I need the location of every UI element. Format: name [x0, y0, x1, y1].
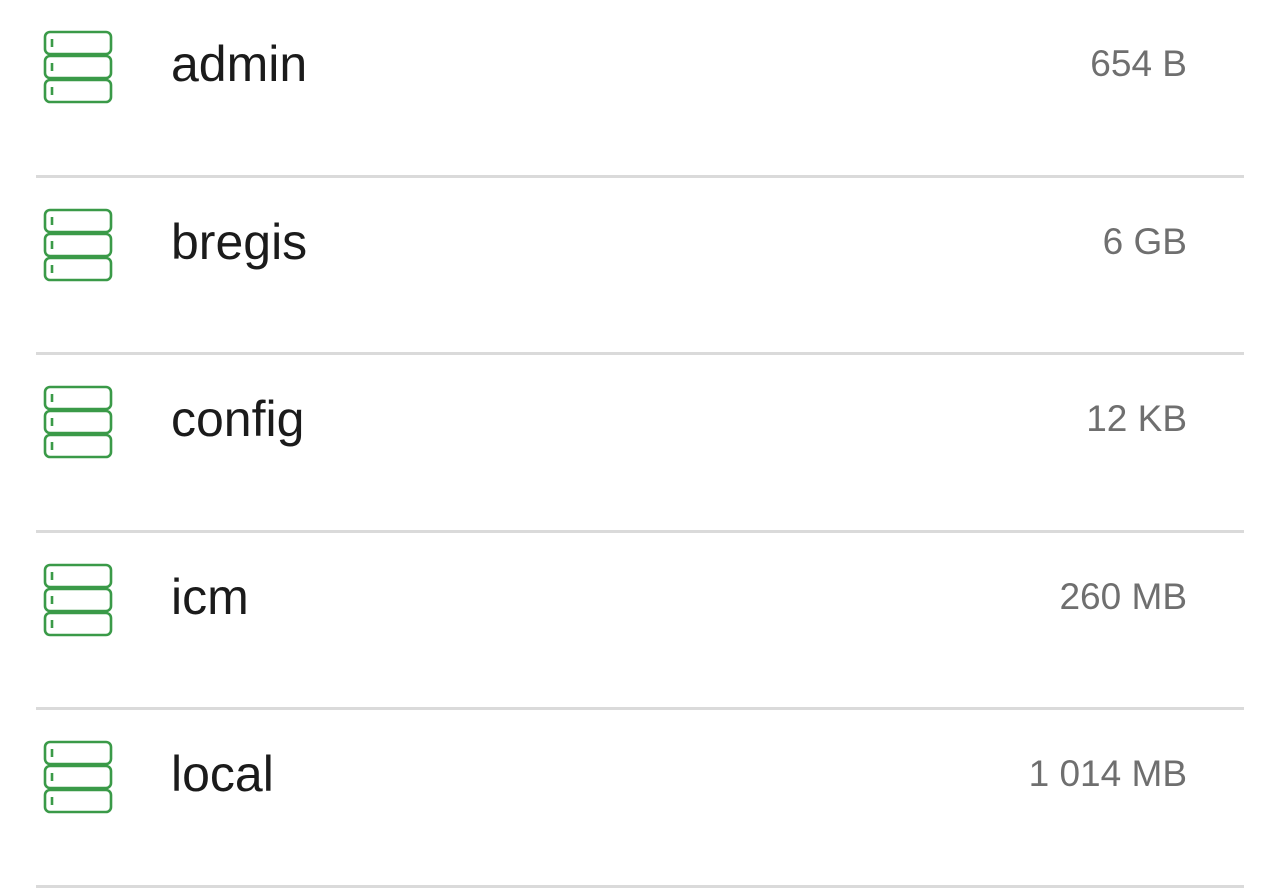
database-icon — [43, 385, 113, 459]
database-name: icm — [171, 568, 249, 625]
database-name: local — [171, 746, 274, 802]
database-size: 654 B — [1090, 43, 1187, 84]
database-row-config[interactable]: config 12 KB — [0, 355, 1280, 533]
database-icon — [43, 30, 113, 104]
database-icon — [43, 740, 113, 814]
database-size: 1 014 MB — [1028, 753, 1187, 794]
database-row-admin[interactable]: admin 654 B — [0, 0, 1280, 178]
database-row-local[interactable]: local 1 014 MB — [0, 710, 1280, 888]
database-name: bregis — [171, 213, 308, 270]
database-icon — [43, 208, 113, 282]
database-name: config — [171, 391, 305, 447]
database-list: admin 654 B bregis 6 GB config 12 KB icm… — [0, 0, 1280, 888]
row-divider — [36, 884, 1244, 888]
database-row-bregis[interactable]: bregis 6 GB — [0, 178, 1280, 355]
database-icon — [43, 563, 113, 637]
database-size: 12 KB — [1086, 398, 1187, 439]
database-name: admin — [171, 36, 308, 92]
database-row-icm[interactable]: icm 260 MB — [0, 533, 1280, 710]
database-size: 260 MB — [1059, 575, 1187, 617]
database-size: 6 GB — [1102, 220, 1187, 262]
